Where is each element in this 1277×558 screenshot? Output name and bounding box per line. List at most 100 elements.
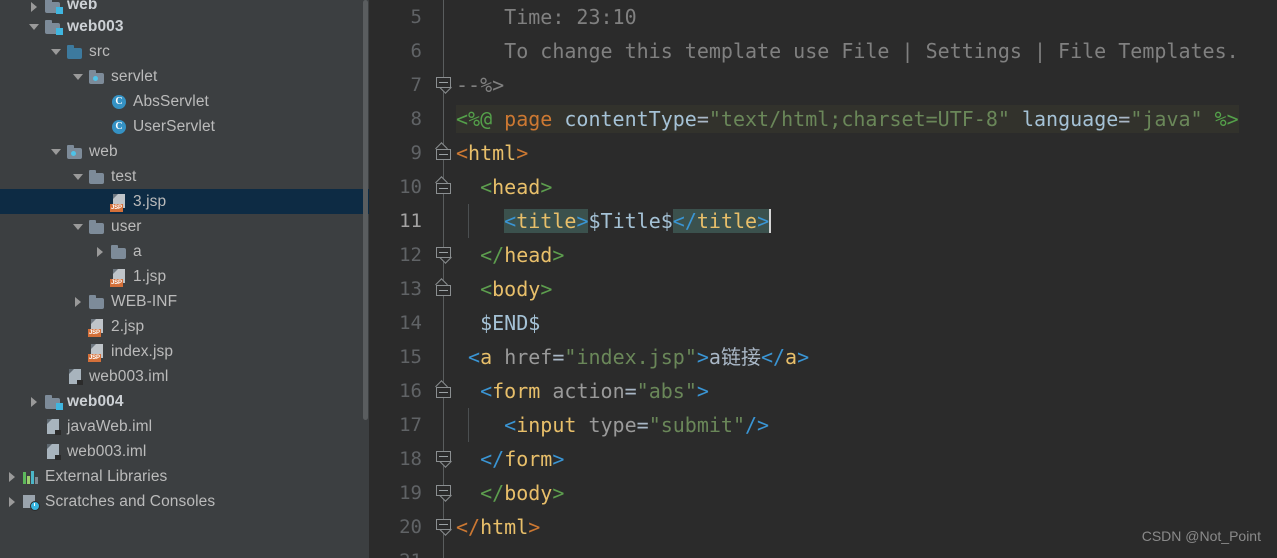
line-number[interactable]: 9 [370,142,432,164]
code-line-content[interactable]: <title>$Title$</title> [456,204,1277,238]
code-line-content[interactable]: <html> [456,136,1277,170]
chevron-down-icon[interactable] [72,70,86,84]
line-number[interactable]: 21 [370,550,432,558]
code-line-content[interactable]: <form action="abs"> [456,374,1277,408]
tree-item-web[interactable]: web [0,0,369,14]
fold-toggle-icon[interactable] [435,380,451,398]
fold-gutter[interactable] [432,170,456,204]
fold-toggle-icon[interactable] [436,519,452,536]
editor-line[interactable]: 14 $END$ [370,306,1277,340]
tree-item-3-jsp[interactable]: JSP 3.jsp [0,189,369,214]
line-number[interactable]: 6 [370,40,432,62]
line-number[interactable]: 12 [370,244,432,266]
line-number[interactable]: 16 [370,380,432,402]
tree-item-2-jsp[interactable]: JSP 2.jsp [0,314,369,339]
fold-gutter[interactable] [432,374,456,408]
tree-item-web003[interactable]: web003 [0,14,369,39]
tree-item-servlet[interactable]: servlet [0,64,369,89]
code-line-content[interactable]: </form> [456,442,1277,476]
code-line-content[interactable]: </head> [456,238,1277,272]
fold-gutter[interactable] [432,408,456,442]
line-number[interactable]: 15 [370,346,432,368]
fold-toggle-icon[interactable] [435,278,451,296]
line-number[interactable]: 20 [370,516,432,538]
fold-gutter[interactable] [432,306,456,340]
editor-line[interactable]: 13 <body> [370,272,1277,306]
chevron-right-icon[interactable] [28,0,42,14]
fold-gutter[interactable] [432,0,456,34]
fold-gutter[interactable] [432,476,456,510]
fold-toggle-icon[interactable] [436,485,452,502]
editor-line[interactable]: 5 Time: 23:10 [370,0,1277,34]
tree-item-web-inf[interactable]: WEB-INF [0,289,369,314]
sidebar-scrollbar-thumb[interactable] [363,0,368,420]
fold-gutter[interactable] [432,442,456,476]
code-line-content[interactable]: <body> [456,272,1277,306]
code-line-content[interactable]: <%@ page contentType="text/html;charset=… [456,102,1277,136]
fold-gutter[interactable] [432,510,456,544]
editor-line[interactable]: 21 [370,544,1277,558]
fold-toggle-icon[interactable] [436,451,452,468]
code-line-content[interactable]: </body> [456,476,1277,510]
chevron-down-icon[interactable] [50,45,64,59]
chevron-right-icon[interactable] [94,245,108,259]
tree-item-external-libraries[interactable]: External Libraries [0,464,369,489]
code-line-content[interactable]: Time: 23:10 [456,0,1277,34]
line-number[interactable]: 5 [370,6,432,28]
tree-item-index-jsp[interactable]: JSP index.jsp [0,339,369,364]
fold-gutter[interactable] [432,544,456,558]
code-line-content[interactable]: <a href="index.jsp">a链接</a> [456,340,1277,374]
editor-line[interactable]: 11 <title>$Title$</title> [370,204,1277,238]
editor-line-list[interactable]: 5 Time: 23:10 6 To change this template u… [370,0,1277,558]
fold-gutter[interactable] [432,204,456,238]
editor-line[interactable]: 9 <html> [370,136,1277,170]
code-line-content[interactable]: <head> [456,170,1277,204]
editor-line[interactable]: 10 <head> [370,170,1277,204]
fold-toggle-icon[interactable] [435,176,451,194]
editor-line[interactable]: 16 <form action="abs"> [370,374,1277,408]
fold-gutter[interactable] [432,102,456,136]
code-line-content[interactable]: $END$ [456,306,1277,340]
project-tree[interactable]: web web003 src servlet C AbsServlet C UserServl… [0,0,369,514]
chevron-right-icon[interactable] [72,295,86,309]
tree-item-web[interactable]: web [0,139,369,164]
line-number[interactable]: 7 [370,74,432,96]
line-number[interactable]: 18 [370,448,432,470]
line-number[interactable]: 11 [370,210,432,232]
fold-gutter[interactable] [432,272,456,306]
tree-item-javaweb-iml[interactable]: javaWeb.iml [0,414,369,439]
tree-item-web003-iml[interactable]: web003.iml [0,364,369,389]
line-number[interactable]: 14 [370,312,432,334]
editor-line[interactable]: 19 </body> [370,476,1277,510]
line-number[interactable]: 10 [370,176,432,198]
editor-line[interactable]: 15 <a href="index.jsp">a链接</a> [370,340,1277,374]
chevron-down-icon[interactable] [28,20,42,34]
fold-gutter[interactable] [432,136,456,170]
tree-item-1-jsp[interactable]: JSP 1.jsp [0,264,369,289]
tree-item-web003-iml[interactable]: web003.iml [0,439,369,464]
line-number[interactable]: 8 [370,108,432,130]
tree-item-a[interactable]: a [0,239,369,264]
line-number[interactable]: 13 [370,278,432,300]
tree-item-test[interactable]: test [0,164,369,189]
code-line-content[interactable]: <input type="submit"/> [456,408,1277,442]
fold-toggle-icon[interactable] [435,142,451,160]
tree-item-web004[interactable]: web004 [0,389,369,414]
fold-gutter[interactable] [432,34,456,68]
fold-gutter[interactable] [432,68,456,102]
chevron-down-icon[interactable] [72,220,86,234]
project-tree-panel[interactable]: web web003 src servlet C AbsServlet C UserServl… [0,0,370,558]
tree-item-absservlet[interactable]: C AbsServlet [0,89,369,114]
fold-toggle-icon[interactable] [436,247,452,264]
chevron-down-icon[interactable] [50,145,64,159]
editor-line[interactable]: 7 --%> [370,68,1277,102]
code-line-content[interactable]: --%> [456,68,1277,102]
chevron-down-icon[interactable] [72,170,86,184]
fold-gutter[interactable] [432,238,456,272]
editor-line[interactable]: 8 <%@ page contentType="text/html;charset… [370,102,1277,136]
chevron-right-icon[interactable] [6,470,20,484]
editor-line[interactable]: 6 To change this template use File | Set… [370,34,1277,68]
code-line-content[interactable]: To change this template use File | Setti… [456,34,1277,68]
tree-item-scratches-and-consoles[interactable]: Scratches and Consoles [0,489,369,514]
editor-line[interactable]: 18 </form> [370,442,1277,476]
